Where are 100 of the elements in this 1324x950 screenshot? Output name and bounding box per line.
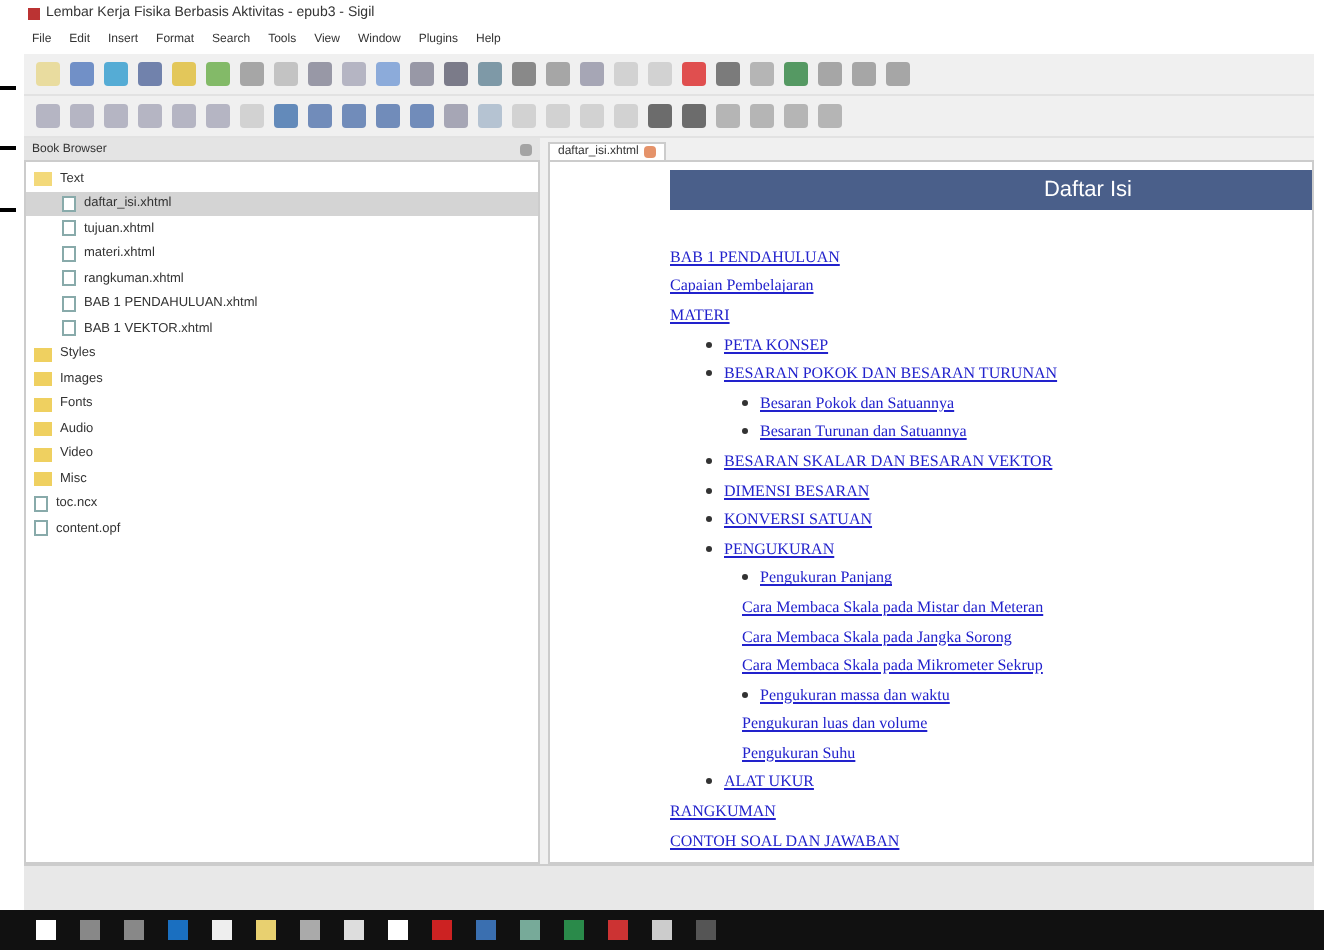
taskbar-icon[interactable] xyxy=(564,920,584,940)
app-icon xyxy=(28,7,40,19)
toc-link[interactable]: Besaran Turunan dan Satuannya xyxy=(760,422,967,441)
toc-link[interactable]: Cara Membaca Skala pada Jangka Sorong xyxy=(742,627,1012,646)
toolbar-icon[interactable] xyxy=(614,104,638,128)
toc-link[interactable]: Capaian Pembelajaran xyxy=(670,276,814,295)
margin-mark xyxy=(0,208,16,212)
toolbar-icon[interactable] xyxy=(478,62,502,86)
toolbar-icon[interactable] xyxy=(172,62,196,86)
toc-link[interactable]: Cara Membaca Skala pada Mistar dan Meteran xyxy=(742,597,1044,616)
toolbar-icon[interactable] xyxy=(172,104,196,128)
toolbar-icon[interactable] xyxy=(410,104,434,128)
toolbar-icon[interactable] xyxy=(206,104,230,128)
taskbar-icon[interactable] xyxy=(476,920,496,940)
bullet-icon xyxy=(706,457,712,464)
taskbar-icon[interactable] xyxy=(520,920,540,940)
toc-link[interactable]: PENGUKURAN xyxy=(724,539,835,558)
toolbar-icon[interactable] xyxy=(342,62,366,86)
taskbar-icon[interactable] xyxy=(124,920,144,940)
toc-link[interactable]: Pengukuran Suhu xyxy=(742,743,856,762)
toolbar-icon[interactable] xyxy=(36,104,60,128)
toolbar-icon[interactable] xyxy=(274,104,298,128)
taskbar-icon[interactable] xyxy=(652,920,672,940)
margin-mark xyxy=(0,146,16,150)
bullet-icon xyxy=(706,545,712,552)
toolbar-icon[interactable] xyxy=(648,104,672,128)
toolbar-icon[interactable] xyxy=(274,62,298,86)
toolbar-icon[interactable] xyxy=(342,104,366,128)
toolbar-icon[interactable] xyxy=(206,62,230,86)
taskbar-icon[interactable] xyxy=(388,920,408,940)
toolbar-icon[interactable] xyxy=(818,104,842,128)
toolbar-icon[interactable] xyxy=(444,62,468,86)
taskbar-icon[interactable] xyxy=(696,920,716,940)
toolbar-icon[interactable] xyxy=(682,62,706,86)
toolbar-icon[interactable] xyxy=(750,104,774,128)
toolbar-icon[interactable] xyxy=(104,104,128,128)
taskbar-icon[interactable] xyxy=(608,920,628,940)
toolbar-icon[interactable] xyxy=(716,62,740,86)
toolbar-icon[interactable] xyxy=(750,62,774,86)
toolbar-icon[interactable] xyxy=(512,62,536,86)
toolbar-icon[interactable] xyxy=(682,104,706,128)
page-heading: Daftar Isi xyxy=(670,170,1312,210)
toolbar-icon[interactable] xyxy=(580,62,604,86)
toolbar-icon[interactable] xyxy=(376,62,400,86)
taskbar-icon[interactable] xyxy=(36,920,56,940)
toolbar-icon[interactable] xyxy=(410,62,434,86)
bullet-icon xyxy=(742,691,748,698)
bullet-icon xyxy=(706,370,712,377)
toolbar-icon[interactable] xyxy=(36,62,60,86)
taskbar-icon[interactable] xyxy=(256,920,276,940)
toc-link[interactable]: CONTOH SOAL DAN JAWABAN xyxy=(670,831,900,850)
bullet-icon xyxy=(706,341,712,348)
toc-link[interactable]: BESARAN SKALAR DAN BESARAN VEKTOR xyxy=(724,451,1053,470)
toolbar-icon[interactable] xyxy=(716,104,740,128)
toolbar-icon[interactable] xyxy=(886,62,910,86)
bullet-icon xyxy=(742,428,748,435)
toolbar-icon[interactable] xyxy=(70,104,94,128)
toc-link[interactable]: KONVERSI SATUAN xyxy=(724,510,873,529)
taskbar-icon[interactable] xyxy=(212,920,232,940)
toc-link[interactable]: BAB 1 PENDAHULUAN xyxy=(670,247,840,266)
taskbar-icon[interactable] xyxy=(80,920,100,940)
toolbar-icon[interactable] xyxy=(852,62,876,86)
toolbar-icon[interactable] xyxy=(546,104,570,128)
toolbar-icon[interactable] xyxy=(308,62,332,86)
toc-link[interactable]: RANGKUMAN xyxy=(670,802,776,821)
toc-link[interactable]: MATERI xyxy=(670,305,730,324)
bullet-icon xyxy=(706,778,712,785)
close-icon[interactable] xyxy=(520,143,532,155)
toc-link[interactable]: Pengukuran massa dan waktu xyxy=(760,685,950,704)
toolbar-icon[interactable] xyxy=(784,104,808,128)
toc-link[interactable]: DIMENSI BESARAN xyxy=(724,481,870,500)
toc-link[interactable]: Cara Membaca Skala pada Mikrometer Sekrup xyxy=(742,656,1043,675)
toc-link[interactable]: ALAT UKUR xyxy=(724,772,814,791)
toc-link[interactable]: Besaran Pokok dan Satuannya xyxy=(760,393,955,412)
toolbar-icon[interactable] xyxy=(512,104,536,128)
toc-link[interactable]: BESARAN POKOK DAN BESARAN TURUNAN xyxy=(724,364,1058,383)
toc-link[interactable]: PETA KONSEP xyxy=(724,335,829,354)
toolbar-icon[interactable] xyxy=(308,104,332,128)
toolbar-icon[interactable] xyxy=(818,62,842,86)
toolbar-icon[interactable] xyxy=(614,62,638,86)
toolbar-icon[interactable] xyxy=(648,62,672,86)
toolbar-icon[interactable] xyxy=(444,104,468,128)
toolbar-icon[interactable] xyxy=(784,62,808,86)
toc-link[interactable]: Pengukuran luas dan volume xyxy=(742,714,928,733)
toolbar-icon[interactable] xyxy=(138,104,162,128)
toolbar-icon[interactable] xyxy=(478,104,502,128)
taskbar-icon[interactable] xyxy=(300,920,320,940)
toolbar-icon[interactable] xyxy=(580,104,604,128)
toolbar-icon[interactable] xyxy=(70,62,94,86)
toolbar-icon[interactable] xyxy=(240,62,264,86)
taskbar-icon[interactable] xyxy=(168,920,188,940)
bullet-icon xyxy=(742,399,748,406)
toolbar-icon[interactable] xyxy=(104,62,128,86)
toolbar-icon[interactable] xyxy=(546,62,570,86)
toolbar-icon[interactable] xyxy=(240,104,264,128)
toolbar-icon[interactable] xyxy=(376,104,400,128)
toolbar-icon[interactable] xyxy=(138,62,162,86)
taskbar-icon[interactable] xyxy=(344,920,364,940)
toc-link[interactable]: Pengukuran Panjang xyxy=(760,568,892,587)
taskbar-icon[interactable] xyxy=(432,920,452,940)
